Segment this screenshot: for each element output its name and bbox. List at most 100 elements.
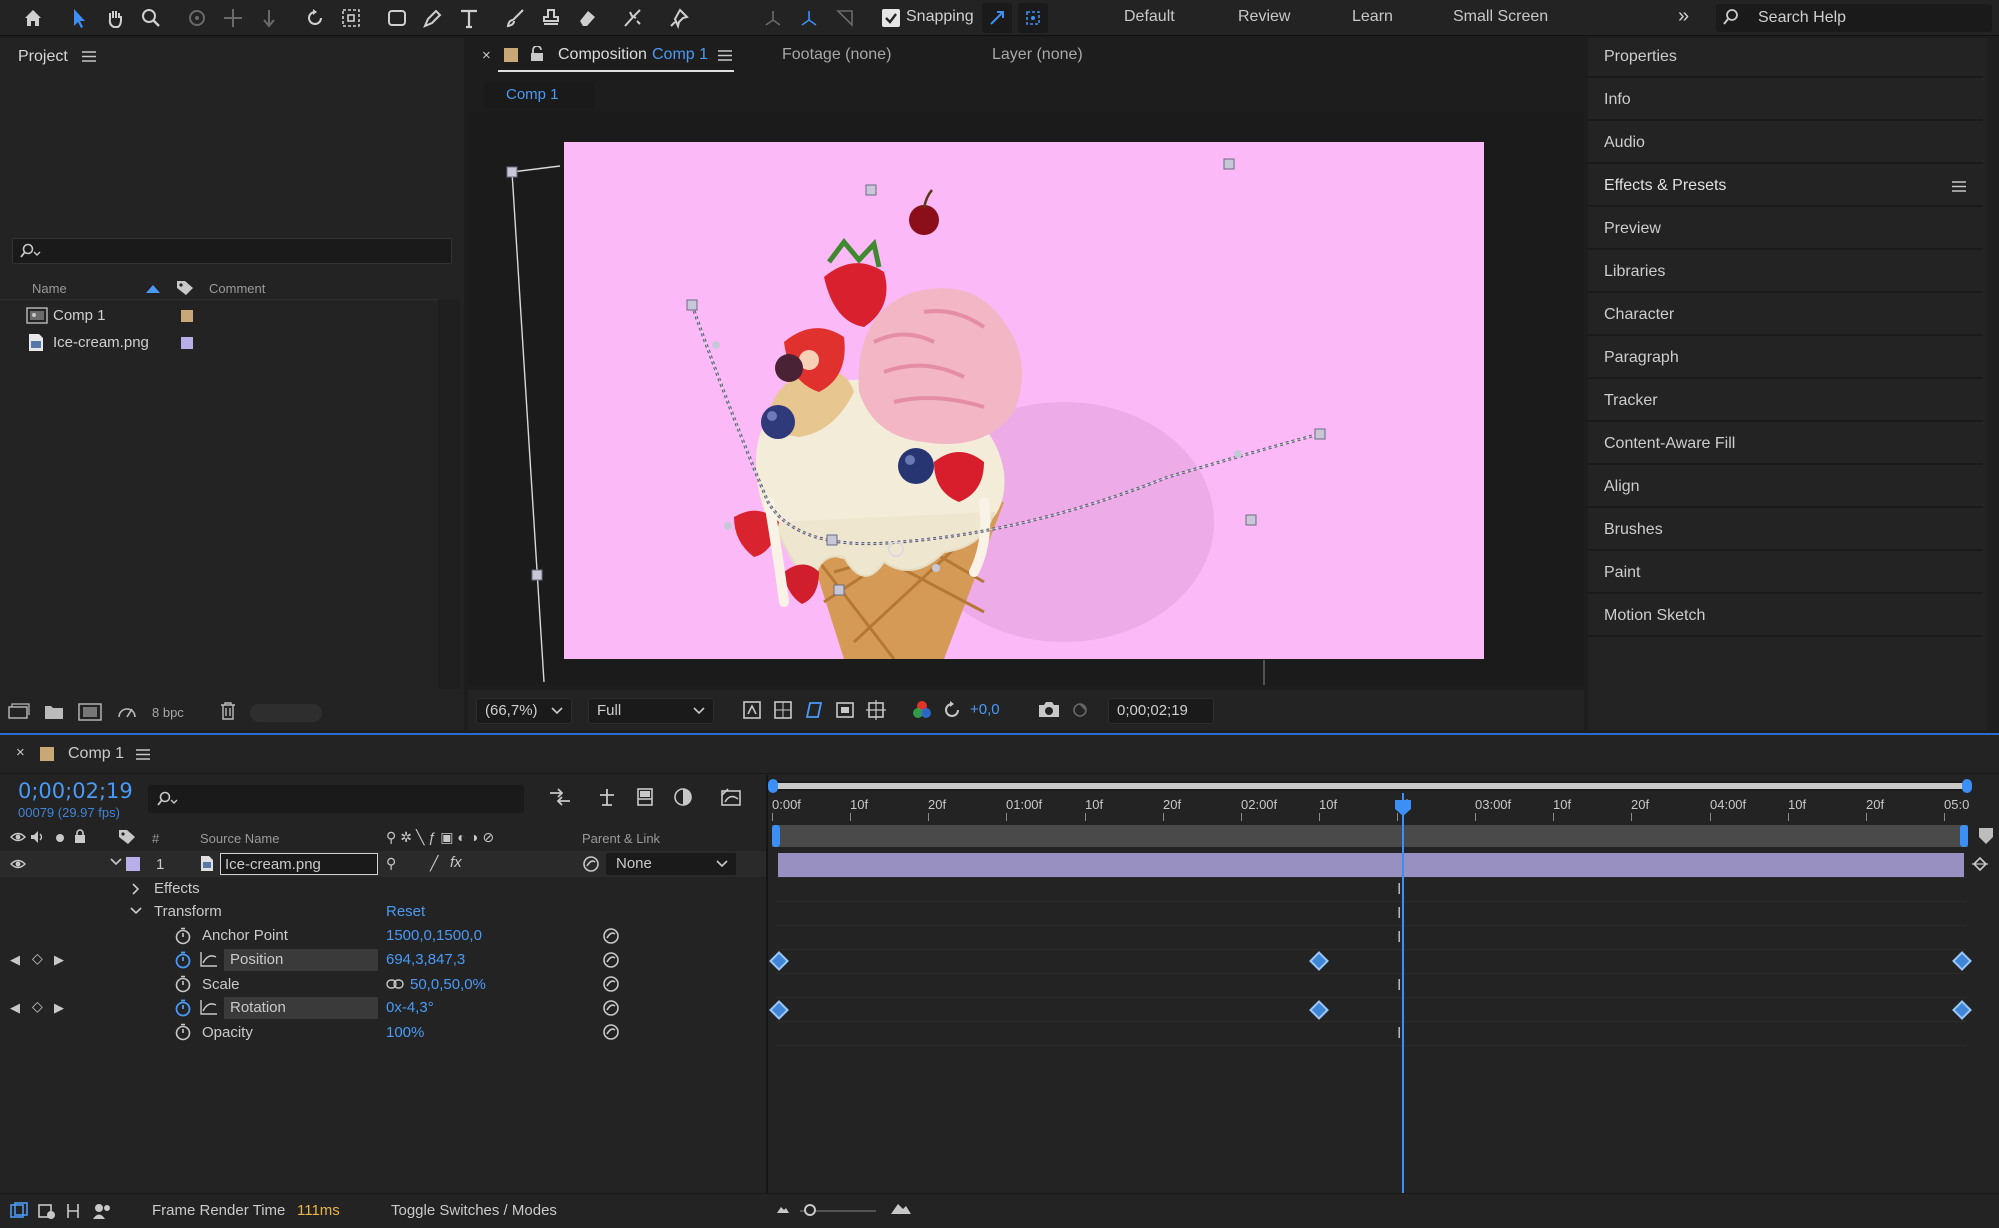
position-keyframe[interactable] [1309, 951, 1329, 971]
pickwhip-icon[interactable] [602, 999, 620, 1017]
puppet-pin-icon[interactable] [664, 3, 694, 33]
snapshot-camera-icon[interactable] [1038, 700, 1060, 718]
pen-icon[interactable] [418, 3, 448, 33]
project-settings-icon[interactable] [116, 703, 138, 721]
layer-label-swatch[interactable] [126, 857, 140, 871]
project-row-icecream[interactable]: Ice-cream.png [0, 329, 460, 356]
layer-row[interactable]: 1 Ice-cream.png ⚲ ╱ fx None [0, 851, 768, 877]
panel-paint[interactable]: Paint [1604, 564, 1640, 582]
work-area-end[interactable] [1960, 825, 1968, 847]
playhead-line[interactable] [1402, 793, 1404, 1193]
lock-icon[interactable] [74, 829, 86, 844]
next-keyframe-icon[interactable]: ▶ [54, 1000, 64, 1016]
time-navigator[interactable] [768, 779, 1972, 793]
constrain-proportions-icon[interactable] [386, 979, 404, 989]
close-tab-icon[interactable]: × [16, 744, 25, 761]
brush-icon[interactable] [500, 3, 530, 33]
pickwhip-icon[interactable] [602, 975, 620, 993]
navigator-end-handle[interactable] [1962, 779, 1972, 793]
composition-tab-menu-icon[interactable] [718, 50, 732, 61]
show-snapshot-icon[interactable] [1070, 700, 1090, 720]
current-time-display[interactable]: 0;00;02;19 [18, 779, 133, 803]
snap-features-icon[interactable] [1018, 3, 1048, 33]
rotation-keyframe[interactable] [1952, 1000, 1972, 1020]
pan-behind-icon[interactable] [336, 3, 366, 33]
mask-visibility-icon[interactable] [804, 700, 824, 720]
layer-duration-bar[interactable] [778, 853, 1964, 877]
zoom-icon[interactable] [136, 3, 166, 33]
shy-switch-icon[interactable]: ⚲ [386, 855, 396, 872]
stopwatch-icon[interactable] [174, 1023, 192, 1041]
bit-depth-label[interactable]: 8 bpc [152, 705, 184, 720]
transparency-grid-icon[interactable] [773, 700, 793, 720]
home-icon[interactable] [18, 3, 48, 33]
transform-group[interactable]: Transform [154, 903, 222, 920]
workspace-small-screen[interactable]: Small Screen [1453, 8, 1548, 26]
next-keyframe-icon[interactable]: ▶ [54, 952, 64, 968]
effects-panel-menu-icon[interactable] [1952, 181, 1966, 192]
exposure-value[interactable]: +0,0 [970, 701, 1000, 718]
source-name-column[interactable]: Source Name [200, 831, 279, 846]
timeline-search-input[interactable] [148, 785, 524, 813]
magnification-dropdown[interactable]: (66,7%) [476, 698, 572, 724]
layer-name-field[interactable]: Ice-cream.png [220, 853, 378, 875]
snap-edges-icon[interactable] [982, 3, 1012, 33]
time-navigator-range[interactable] [772, 783, 1968, 789]
selection-icon[interactable] [64, 3, 94, 33]
stopwatch-active-icon[interactable] [174, 999, 192, 1017]
chevron-down-icon[interactable] [130, 907, 142, 915]
interpret-footage-icon[interactable] [8, 703, 30, 721]
new-composition-icon[interactable] [78, 703, 102, 721]
timeline-menu-icon[interactable] [136, 749, 150, 760]
panel-motion-sketch[interactable]: Motion Sketch [1604, 607, 1705, 625]
viewer-timecode[interactable]: 0;00;02;19 [1108, 698, 1214, 724]
thumbnail-size-slider[interactable] [250, 704, 322, 722]
zoom-slider-thumb[interactable] [804, 1204, 816, 1216]
roto-brush-icon[interactable] [618, 3, 648, 33]
type-icon[interactable] [454, 3, 484, 33]
pickwhip-icon[interactable] [602, 1023, 620, 1041]
rotate-icon[interactable] [300, 3, 330, 33]
timeline-split-divider[interactable] [766, 775, 768, 1193]
workspace-review[interactable]: Review [1238, 8, 1290, 26]
label-tag-icon[interactable] [118, 829, 136, 845]
new-folder-icon[interactable] [44, 703, 64, 720]
zoom-out-mountain-icon[interactable] [776, 1204, 790, 1214]
panel-info[interactable]: Info [1604, 91, 1631, 109]
graph-icon[interactable] [200, 999, 218, 1015]
comp-marker-bin-icon[interactable] [1978, 827, 1994, 845]
panel-properties[interactable]: Properties [1604, 48, 1677, 66]
position-value[interactable]: 694,3,847,3 [386, 951, 465, 968]
layer-out-icon[interactable] [1970, 855, 1990, 873]
time-ruler[interactable]: 0:00f10f20f01:00f10f20f02:00f10f0f03:00f… [772, 793, 1972, 821]
frame-blending-icon[interactable] [672, 787, 694, 807]
project-column-comment[interactable]: Comment [209, 281, 265, 296]
pickwhip-icon[interactable] [602, 951, 620, 969]
layer-tab[interactable]: Layer (none) [992, 46, 1083, 64]
graph-icon[interactable] [200, 951, 218, 967]
label-color-swatch[interactable] [181, 337, 193, 349]
rotation-keyframe[interactable] [1309, 1000, 1329, 1020]
reset-exposure-icon[interactable] [942, 700, 962, 720]
in-out-pane-icon[interactable] [64, 1202, 82, 1220]
region-of-interest-icon[interactable] [835, 700, 855, 720]
pickwhip-icon[interactable] [602, 927, 620, 945]
workspace-learn[interactable]: Learn [1352, 8, 1393, 26]
right-panel-scrollbar[interactable] [1987, 38, 1999, 730]
stopwatch-icon[interactable] [174, 975, 192, 993]
resolution-dropdown[interactable]: Full [588, 698, 714, 724]
current-time-indicator[interactable] [1394, 799, 1412, 817]
dolly-icon[interactable] [254, 3, 284, 33]
audio-icon[interactable] [30, 830, 46, 844]
panel-preview[interactable]: Preview [1604, 220, 1661, 238]
project-search-input[interactable] [12, 238, 452, 264]
chevron-right-icon[interactable] [132, 883, 140, 895]
stopwatch-icon[interactable] [174, 927, 192, 945]
toggle-switches-modes[interactable]: Toggle Switches / Modes [391, 1202, 557, 1219]
solo-icon[interactable] [56, 834, 64, 842]
panel-character[interactable]: Character [1604, 306, 1674, 324]
panel-content-aware-fill[interactable]: Content-Aware Fill [1604, 435, 1735, 453]
axis-local-icon[interactable] [758, 3, 788, 33]
rotation-value[interactable]: 0x-4,3° [386, 999, 434, 1016]
fast-previews-icon[interactable] [742, 700, 762, 720]
